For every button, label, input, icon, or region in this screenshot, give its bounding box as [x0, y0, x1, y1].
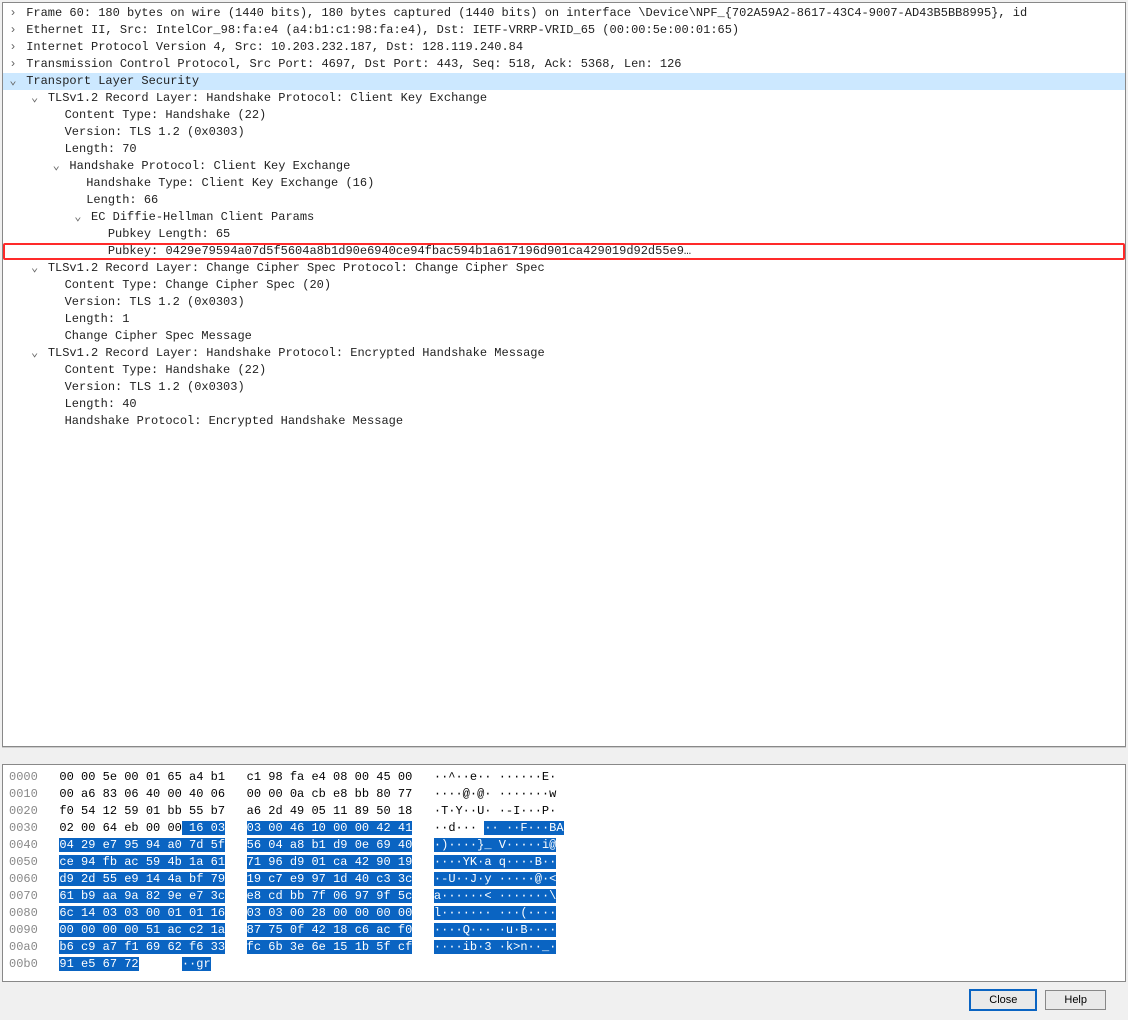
hex-row[interactable]: 0060 d9 2d 55 e9 14 4a bf 79 19 c7 e9 97… — [9, 871, 1119, 888]
close-button[interactable]: Close — [969, 989, 1037, 1011]
tree-tls-record-1[interactable]: ⌄ TLSv1.2 Record Layer: Handshake Protoc… — [3, 90, 1125, 107]
protocol-tree: › Frame 60: 180 bytes on wire (1440 bits… — [3, 3, 1125, 432]
hex-row[interactable]: 00a0 b6 c9 a7 f1 69 62 f6 33 fc 6b 3e 6e… — [9, 939, 1119, 956]
hex-row[interactable]: 0030 02 00 64 eb 00 00 16 03 03 00 46 10… — [9, 820, 1119, 837]
chevron-down-icon[interactable]: ⌄ — [29, 90, 41, 107]
hex-row[interactable]: 0080 6c 14 03 03 00 01 01 16 03 03 00 28… — [9, 905, 1119, 922]
chevron-down-icon[interactable]: ⌄ — [29, 345, 41, 362]
tree-encrypted-msg[interactable]: Handshake Protocol: Encrypted Handshake … — [3, 413, 1125, 430]
hex-row[interactable]: 0050 ce 94 fb ac 59 4b 1a 61 71 96 d9 01… — [9, 854, 1119, 871]
tree-pubkey[interactable]: Pubkey: 0429e79594a07d5f5604a8b1d90e6940… — [3, 243, 1125, 260]
chevron-right-icon[interactable]: › — [7, 5, 19, 22]
tree-ip[interactable]: › Internet Protocol Version 4, Src: 10.2… — [3, 39, 1125, 56]
hex-row[interactable]: 00b0 91 e5 67 72 ··gr — [9, 956, 1119, 973]
tree-tls-record-2[interactable]: ⌄ TLSv1.2 Record Layer: Change Cipher Sp… — [3, 260, 1125, 277]
tree-tcp[interactable]: › Transmission Control Protocol, Src Por… — [3, 56, 1125, 73]
tree-content-type[interactable]: Content Type: Handshake (22) — [3, 362, 1125, 379]
hex-row[interactable]: 0040 04 29 e7 95 94 a0 7d 5f 56 04 a8 b1… — [9, 837, 1119, 854]
tree-content-type[interactable]: Content Type: Handshake (22) — [3, 107, 1125, 124]
hex-row[interactable]: 0000 00 00 5e 00 01 65 a4 b1 c1 98 fa e4… — [9, 769, 1119, 786]
scrollbar-horizontal[interactable] — [2, 747, 1126, 762]
tree-version[interactable]: Version: TLS 1.2 (0x0303) — [3, 379, 1125, 396]
chevron-down-icon[interactable]: ⌄ — [72, 209, 84, 226]
tree-content-type[interactable]: Content Type: Change Cipher Spec (20) — [3, 277, 1125, 294]
hex-row[interactable]: 0020 f0 54 12 59 01 bb 55 b7 a6 2d 49 05… — [9, 803, 1119, 820]
hex-dump-pane[interactable]: 0000 00 00 5e 00 01 65 a4 b1 c1 98 fa e4… — [2, 764, 1126, 982]
tree-length[interactable]: Length: 40 — [3, 396, 1125, 413]
tree-length[interactable]: Length: 1 — [3, 311, 1125, 328]
chevron-right-icon[interactable]: › — [7, 22, 19, 39]
tree-pubkey-length[interactable]: Pubkey Length: 65 — [3, 226, 1125, 243]
tree-frame[interactable]: › Frame 60: 180 bytes on wire (1440 bits… — [3, 5, 1125, 22]
tree-handshake-type[interactable]: Handshake Type: Client Key Exchange (16) — [3, 175, 1125, 192]
tree-handshake-length[interactable]: Length: 66 — [3, 192, 1125, 209]
chevron-down-icon[interactable]: ⌄ — [50, 158, 62, 175]
tree-ecdh-params[interactable]: ⌄ EC Diffie-Hellman Client Params — [3, 209, 1125, 226]
hex-row[interactable]: 0070 61 b9 aa 9a 82 9e e7 3c e8 cd bb 7f… — [9, 888, 1119, 905]
tree-version[interactable]: Version: TLS 1.2 (0x0303) — [3, 124, 1125, 141]
dialog-button-bar: Close Help — [2, 982, 1126, 1018]
packet-detail-pane[interactable]: › Frame 60: 180 bytes on wire (1440 bits… — [2, 2, 1126, 747]
hex-row[interactable]: 0090 00 00 00 00 51 ac c2 1a 87 75 0f 42… — [9, 922, 1119, 939]
tree-tls[interactable]: ⌄ Transport Layer Security — [3, 73, 1125, 90]
chevron-right-icon[interactable]: › — [7, 39, 19, 56]
hex-row[interactable]: 0010 00 a6 83 06 40 00 40 06 00 00 0a cb… — [9, 786, 1119, 803]
tree-ccs-message[interactable]: Change Cipher Spec Message — [3, 328, 1125, 345]
tree-tls-record-3[interactable]: ⌄ TLSv1.2 Record Layer: Handshake Protoc… — [3, 345, 1125, 362]
help-button[interactable]: Help — [1045, 990, 1106, 1010]
tree-length[interactable]: Length: 70 — [3, 141, 1125, 158]
tree-handshake-protocol[interactable]: ⌄ Handshake Protocol: Client Key Exchang… — [3, 158, 1125, 175]
tree-ethernet[interactable]: › Ethernet II, Src: IntelCor_98:fa:e4 (a… — [3, 22, 1125, 39]
chevron-down-icon[interactable]: ⌄ — [7, 73, 19, 90]
chevron-down-icon[interactable]: ⌄ — [29, 260, 41, 277]
tree-version[interactable]: Version: TLS 1.2 (0x0303) — [3, 294, 1125, 311]
chevron-right-icon[interactable]: › — [7, 56, 19, 73]
